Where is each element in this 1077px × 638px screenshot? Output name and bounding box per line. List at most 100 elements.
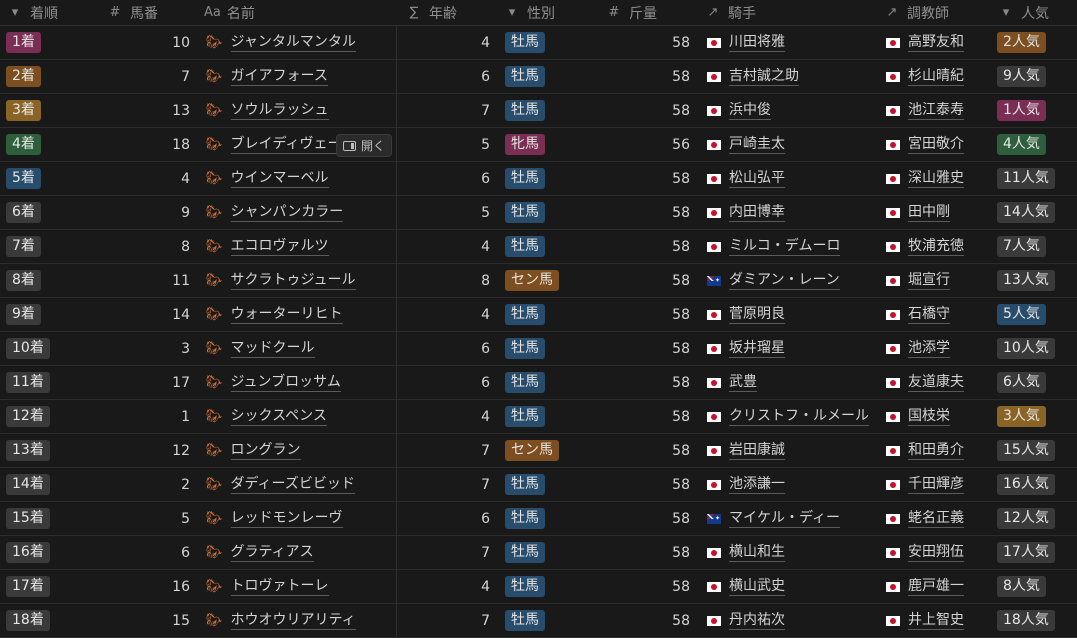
weight-cell[interactable]: 58 [600, 536, 699, 569]
table-row[interactable]: 14着 2 🐎︎ ダディーズビビッド 7 牡馬 58 池添謙一 千田輝彦 16人気 [0, 468, 1077, 502]
jockey-link[interactable]: ダミアン・レーン [729, 271, 840, 290]
popularity-cell[interactable]: 13人気 [992, 264, 1077, 297]
trainer-cell[interactable]: 国枝栄 [878, 400, 992, 433]
rank-cell[interactable]: 15着 [0, 502, 100, 535]
horse-number-cell[interactable]: 1 [100, 400, 198, 433]
weight-cell[interactable]: 58 [600, 162, 699, 195]
rank-cell[interactable]: 10着 [0, 332, 100, 365]
table-row[interactable]: 5着 4 🐎︎ ウインマーベル 6 牡馬 58 松山弘平 深山雅史 11人気 [0, 162, 1077, 196]
popularity-cell[interactable]: 16人気 [992, 468, 1077, 501]
rank-cell[interactable]: 6着 [0, 196, 100, 229]
jockey-cell[interactable]: 横山和生 [699, 536, 878, 569]
horse-name-cell[interactable]: 🐎︎ ジャンタルマンタル [198, 26, 397, 59]
age-cell[interactable]: 8 [397, 264, 498, 297]
horse-number-cell[interactable]: 14 [100, 298, 198, 331]
jockey-link[interactable]: 松山弘平 [729, 169, 785, 188]
table-row[interactable]: 8着 11 🐎︎ サクラトゥジュール 8 セン馬 58 ダミアン・レーン 堀宣行 13人気 [0, 264, 1077, 298]
jockey-cell[interactable]: 吉村誠之助 [699, 60, 878, 93]
age-cell[interactable]: 5 [397, 196, 498, 229]
sex-cell[interactable]: 牡馬 [498, 570, 600, 603]
jockey-link[interactable]: 戸崎圭太 [729, 135, 785, 154]
weight-cell[interactable]: 58 [600, 468, 699, 501]
column-header-age[interactable]: ∑ 年齢 [397, 0, 498, 25]
table-row[interactable]: 12着 1 🐎︎ シックスペンス 4 牡馬 58 クリストフ・ルメール 国枝栄 3人気 [0, 400, 1077, 434]
trainer-cell[interactable]: 千田輝彦 [878, 468, 992, 501]
horse-number-cell[interactable]: 13 [100, 94, 198, 127]
jockey-link[interactable]: 吉村誠之助 [729, 67, 799, 86]
rank-cell[interactable]: 13着 [0, 434, 100, 467]
popularity-cell[interactable]: 11人気 [992, 162, 1077, 195]
popularity-cell[interactable]: 1人気 [992, 94, 1077, 127]
horse-name[interactable]: ガイアフォース [230, 67, 328, 86]
jockey-cell[interactable]: 内田博幸 [699, 196, 878, 229]
trainer-link[interactable]: 堀宣行 [908, 271, 950, 290]
rank-cell[interactable]: 16着 [0, 536, 100, 569]
column-header-rank[interactable]: ▾ 着順 [0, 0, 100, 25]
trainer-link[interactable]: 井上智史 [908, 611, 964, 630]
horse-name-cell[interactable]: 🐎︎ マッドクール [198, 332, 397, 365]
weight-cell[interactable]: 58 [600, 94, 699, 127]
jockey-link[interactable]: 池添謙一 [729, 475, 785, 494]
sex-cell[interactable]: 牡馬 [498, 60, 600, 93]
horse-name[interactable]: マッドクール [230, 339, 315, 358]
table-row[interactable]: 17着 16 🐎︎ トロヴァトーレ 4 牡馬 58 横山武史 鹿戸雄一 8人気 [0, 570, 1077, 604]
horse-name[interactable]: ジャンタルマンタル [230, 33, 356, 52]
table-row[interactable]: 10着 3 🐎︎ マッドクール 6 牡馬 58 坂井瑠星 池添学 10人気 [0, 332, 1077, 366]
rank-cell[interactable]: 11着 [0, 366, 100, 399]
jockey-cell[interactable]: クリストフ・ルメール [699, 400, 878, 433]
weight-cell[interactable]: 58 [600, 434, 699, 467]
table-row[interactable]: 4着 18 🐎︎ ブレイディヴェーグ 開く 5 牝馬 56 戸崎圭太 宮田敬介 4人気 [0, 128, 1077, 162]
trainer-cell[interactable]: 鹿戸雄一 [878, 570, 992, 603]
rank-cell[interactable]: 9着 [0, 298, 100, 331]
horse-number-cell[interactable]: 2 [100, 468, 198, 501]
horse-name-cell[interactable]: 🐎︎ レッドモンレーヴ [198, 502, 397, 535]
rank-cell[interactable]: 1着 [0, 26, 100, 59]
weight-cell[interactable]: 58 [600, 230, 699, 263]
horse-name-cell[interactable]: 🐎︎ ジュンブロッサム [198, 366, 397, 399]
jockey-link[interactable]: 丹内祐次 [729, 611, 785, 630]
weight-cell[interactable]: 58 [600, 332, 699, 365]
horse-name-cell[interactable]: 🐎︎ サクラトゥジュール [198, 264, 397, 297]
rank-cell[interactable]: 4着 [0, 128, 100, 161]
horse-name-cell[interactable]: 🐎︎ トロヴァトーレ [198, 570, 397, 603]
horse-name[interactable]: グラティアス [230, 543, 314, 562]
trainer-cell[interactable]: 和田勇介 [878, 434, 992, 467]
table-row[interactable]: 7着 8 🐎︎ エコロヴァルツ 4 牡馬 58 ミルコ・デムーロ 牧浦充徳 7人気 [0, 230, 1077, 264]
trainer-cell[interactable]: 池江泰寿 [878, 94, 992, 127]
table-row[interactable]: 15着 5 🐎︎ レッドモンレーヴ 6 牡馬 58 マイケル・ディー 蛯名正義 12人気 [0, 502, 1077, 536]
horse-name[interactable]: レッドモンレーヴ [230, 509, 343, 528]
table-row[interactable]: 1着 10 🐎︎ ジャンタルマンタル 4 牡馬 58 川田将雅 高野友和 2人気 [0, 26, 1077, 60]
rank-cell[interactable]: 7着 [0, 230, 100, 263]
jockey-link[interactable]: 岩田康誠 [729, 441, 785, 460]
horse-name-cell[interactable]: 🐎︎ ロングラン [198, 434, 397, 467]
sex-cell[interactable]: 牡馬 [498, 94, 600, 127]
age-cell[interactable]: 4 [397, 26, 498, 59]
column-header-jockey[interactable]: ↗ 騎手 [699, 0, 878, 25]
horse-number-cell[interactable]: 18 [100, 128, 198, 161]
age-cell[interactable]: 7 [397, 536, 498, 569]
weight-cell[interactable]: 58 [600, 570, 699, 603]
age-cell[interactable]: 7 [397, 604, 498, 637]
jockey-cell[interactable]: 岩田康誠 [699, 434, 878, 467]
popularity-cell[interactable]: 7人気 [992, 230, 1077, 263]
horse-name-cell[interactable]: 🐎︎ グラティアス [198, 536, 397, 569]
horse-number-cell[interactable]: 7 [100, 60, 198, 93]
open-page-button[interactable]: 開く [335, 134, 392, 157]
jockey-link[interactable]: 武豊 [729, 373, 757, 392]
weight-cell[interactable]: 58 [600, 264, 699, 297]
popularity-cell[interactable]: 6人気 [992, 366, 1077, 399]
column-header-trainer[interactable]: ↗ 調教師 [878, 0, 992, 25]
horse-number-cell[interactable]: 17 [100, 366, 198, 399]
column-header-sex[interactable]: ▾ 性別 [498, 0, 600, 25]
horse-number-cell[interactable]: 10 [100, 26, 198, 59]
popularity-cell[interactable]: 17人気 [992, 536, 1077, 569]
horse-name-cell[interactable]: 🐎︎ ガイアフォース [198, 60, 397, 93]
popularity-cell[interactable]: 12人気 [992, 502, 1077, 535]
trainer-link[interactable]: 国枝栄 [908, 407, 950, 426]
popularity-cell[interactable]: 10人気 [992, 332, 1077, 365]
trainer-link[interactable]: 宮田敬介 [908, 135, 964, 154]
table-row[interactable]: 11着 17 🐎︎ ジュンブロッサム 6 牡馬 58 武豊 友道康夫 6人気 [0, 366, 1077, 400]
sex-cell[interactable]: セン馬 [498, 264, 600, 297]
weight-cell[interactable]: 58 [600, 502, 699, 535]
trainer-cell[interactable]: 池添学 [878, 332, 992, 365]
